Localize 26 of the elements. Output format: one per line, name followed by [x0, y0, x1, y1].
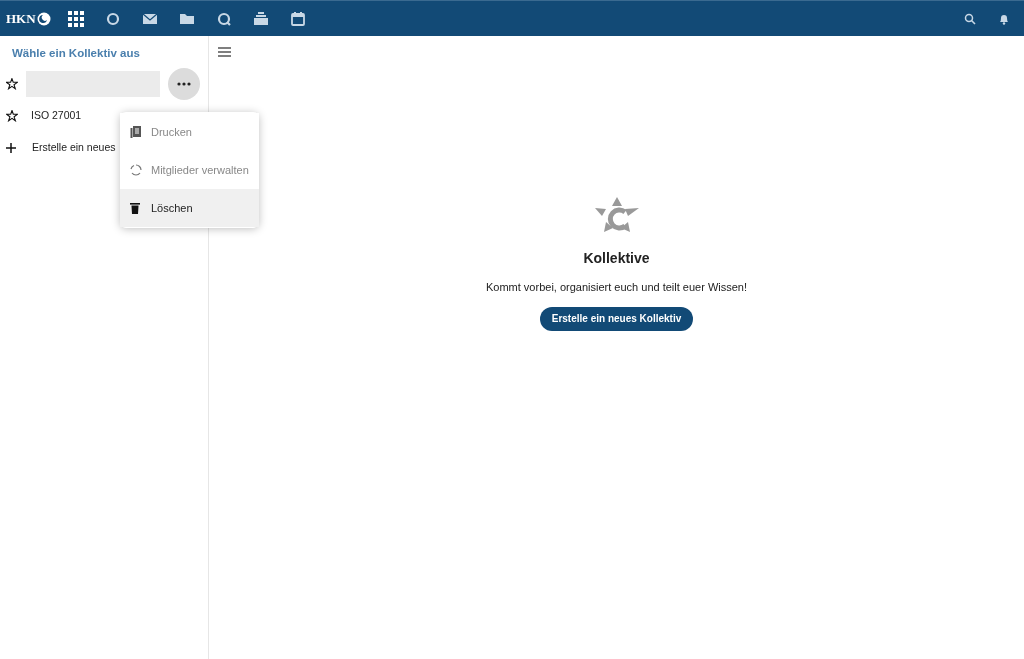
- create-button[interactable]: Erstelle ein neues Kollektiv: [539, 306, 694, 331]
- sidebar-title: Wähle ein Kollektiv aus: [11, 46, 141, 61]
- empty-message: Kommt vorbei, organisiert euch und teilt euer Wissen!: [485, 280, 748, 295]
- empty-title: Kollektive: [583, 249, 650, 268]
- star-icon: [6, 110, 18, 123]
- menu-icon[interactable]: [218, 47, 231, 57]
- sidebar-item[interactable]: Erstelle ein neues: [32, 140, 116, 157]
- stack-icon[interactable]: [252, 10, 269, 27]
- logo-text: HKN: [6, 9, 36, 28]
- menu-item[interactable]: Löschen: [120, 189, 259, 227]
- plus-icon[interactable]: [6, 143, 16, 154]
- moon-icon: [36, 11, 51, 26]
- star-icon: [6, 78, 18, 91]
- apps-grid-icon[interactable]: [67, 10, 84, 27]
- dots-icon: [177, 82, 192, 87]
- more-button[interactable]: [168, 68, 200, 101]
- sidebar-item[interactable]: ISO 27001: [31, 108, 82, 125]
- circle-icon[interactable]: [104, 10, 121, 27]
- logo[interactable]: HKN: [6, 8, 51, 29]
- print-icon: [130, 126, 142, 138]
- circular-arrows-icon: [130, 164, 142, 176]
- trash-icon: [130, 202, 142, 214]
- bell-icon[interactable]: [998, 12, 1010, 25]
- chat-bubble-icon[interactable]: [215, 10, 232, 27]
- search-icon[interactable]: [964, 12, 976, 25]
- calendar-icon[interactable]: [289, 10, 306, 27]
